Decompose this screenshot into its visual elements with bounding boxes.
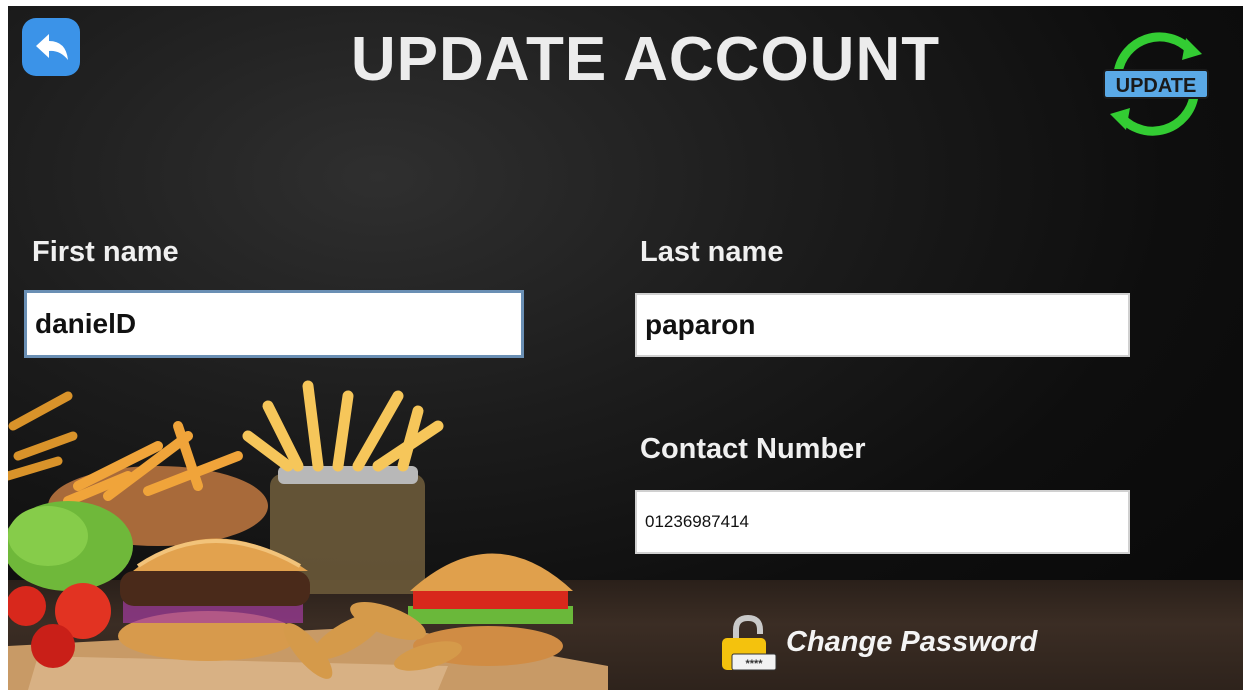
update-account-window: UPDATE ACCOUNT UPDATE First name Last na… [8, 6, 1243, 690]
update-badge-text: UPDATE [1116, 75, 1197, 97]
password-mask: **** [745, 658, 763, 670]
last-name-label: Last name [640, 236, 784, 268]
food-illustration [8, 380, 608, 690]
first-name-label: First name [32, 236, 179, 268]
change-password-label: Change Password [786, 626, 1038, 658]
padlock-icon: **** [722, 614, 777, 671]
page-title: UPDATE ACCOUNT [350, 25, 941, 94]
contact-number-input[interactable] [635, 490, 1130, 554]
first-name-input[interactable] [24, 290, 524, 358]
last-name-input[interactable] [635, 293, 1130, 357]
update-badge[interactable]: UPDATE [1098, 28, 1214, 140]
contact-number-label: Contact Number [640, 433, 866, 465]
refresh-cycle-icon: UPDATE [1103, 32, 1209, 136]
